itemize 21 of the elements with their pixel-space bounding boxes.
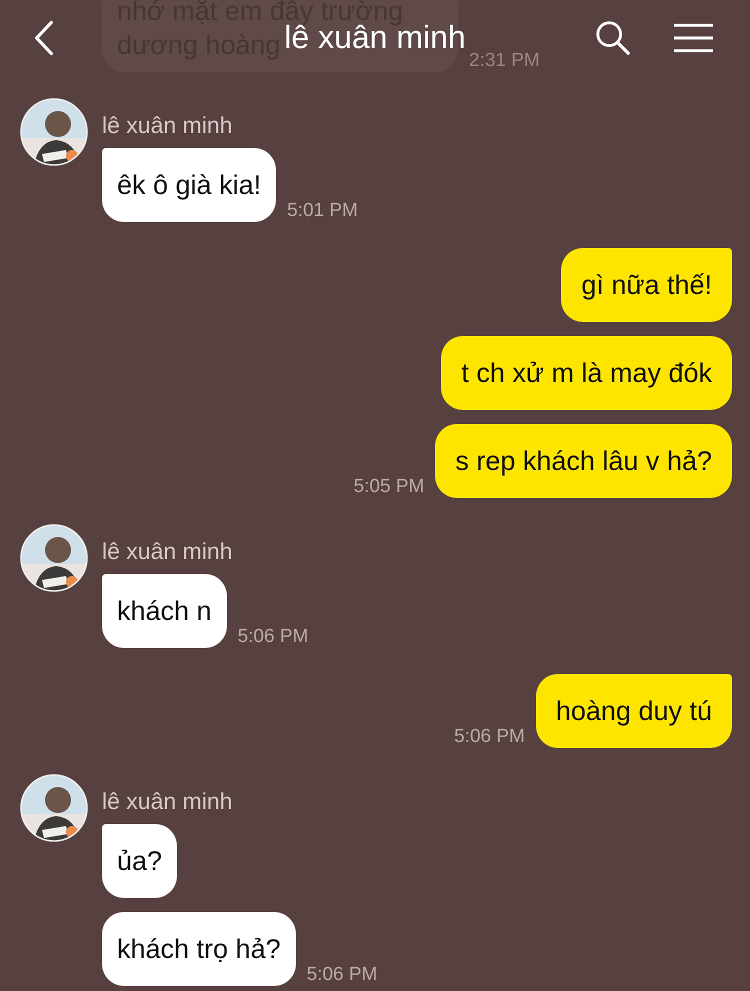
- message-bubble: khách n: [102, 574, 227, 648]
- message-time: 5:06 PM: [454, 726, 525, 748]
- message-bubble: s rep khách lâu v hả?: [435, 424, 732, 498]
- sender-name: lê xuân minh: [102, 538, 234, 565]
- message-time: 5:06 PM: [238, 626, 308, 648]
- chat-title: lê xuân minh: [284, 19, 466, 56]
- message-bubble: t ch xử m là may đók: [441, 336, 732, 410]
- message-time: 5:05 PM: [354, 476, 424, 498]
- menu-icon[interactable]: [673, 23, 714, 53]
- sender-name: lê xuân minh: [102, 788, 234, 815]
- message-time: 5:01 PM: [287, 200, 358, 222]
- message-bubble: khách trọ hả?: [102, 912, 296, 986]
- sender-name: lê xuân minh: [102, 112, 234, 139]
- back-icon[interactable]: [33, 19, 55, 57]
- message-time: 5:06 PM: [306, 964, 378, 986]
- message-bubble: hoàng duy tú: [536, 674, 732, 748]
- message-bubble: gì nữa thế!: [561, 248, 732, 322]
- message-time: 2:31 PM: [469, 50, 540, 72]
- message-bubble: ủa?: [102, 824, 178, 898]
- search-icon[interactable]: [595, 20, 631, 56]
- message-bubble: êk ô già kia!: [102, 148, 276, 222]
